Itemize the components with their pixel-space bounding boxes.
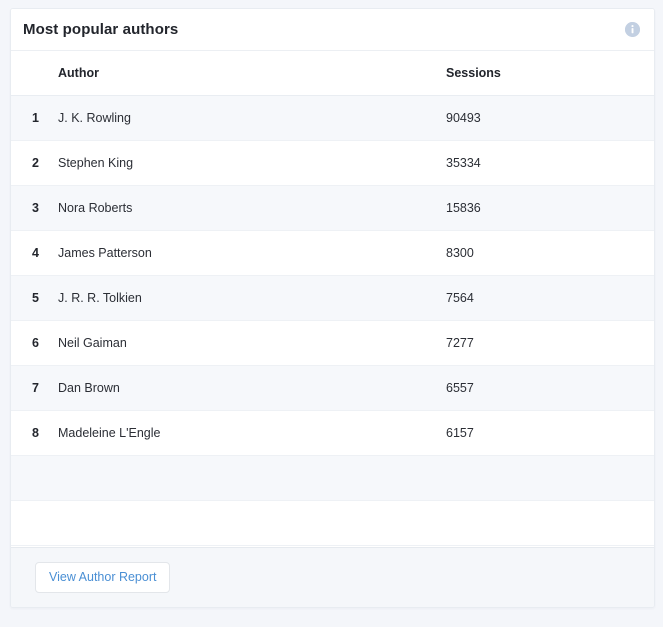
row-sessions: 7277	[446, 336, 474, 350]
row-author: Dan Brown	[58, 381, 120, 395]
row-rank: 8	[32, 426, 39, 440]
most-popular-authors-card: Most popular authors Author Sessions 1 J…	[10, 8, 655, 608]
row-author: Madeleine L'Engle	[58, 426, 161, 440]
row-sessions: 6157	[446, 426, 474, 440]
column-header-author: Author	[58, 66, 99, 80]
card-header: Most popular authors	[11, 9, 654, 51]
row-sessions: 35334	[446, 156, 481, 170]
row-sessions: 8300	[446, 246, 474, 260]
row-author: Nora Roberts	[58, 201, 133, 215]
row-author: Neil Gaiman	[58, 336, 127, 350]
row-rank: 4	[32, 246, 39, 260]
table-row[interactable]: 5 J. R. R. Tolkien 7564	[11, 276, 654, 321]
row-rank: 2	[32, 156, 39, 170]
table-header-row: Author Sessions	[11, 51, 654, 96]
table-row[interactable]: 6 Neil Gaiman 7277	[11, 321, 654, 366]
card-footer: View Author Report	[11, 547, 654, 607]
row-rank: 3	[32, 201, 39, 215]
row-author: J. R. R. Tolkien	[58, 291, 142, 305]
column-header-sessions: Sessions	[446, 66, 501, 80]
row-sessions: 90493	[446, 111, 481, 125]
row-author: Stephen King	[58, 156, 134, 170]
row-rank: 5	[32, 291, 39, 305]
row-rank: 7	[32, 381, 39, 395]
row-sessions: 6557	[446, 381, 474, 395]
row-author: James Patterson	[58, 246, 152, 260]
row-rank: 1	[32, 111, 39, 125]
authors-table: Author Sessions 1 J. K. Rowling 90493 2 …	[11, 51, 654, 547]
table-row-empty	[11, 501, 654, 546]
table-row[interactable]: 4 James Patterson 8300	[11, 231, 654, 276]
page-title: Most popular authors	[23, 21, 179, 38]
row-sessions: 15836	[446, 201, 481, 215]
table-row[interactable]: 3 Nora Roberts 15836	[11, 186, 654, 231]
row-author: J. K. Rowling	[58, 111, 131, 125]
row-sessions: 7564	[446, 291, 474, 305]
row-rank: 6	[32, 336, 39, 350]
table-row-empty	[11, 456, 654, 501]
table-row[interactable]: 7 Dan Brown 6557	[11, 366, 654, 411]
table-row[interactable]: 1 J. K. Rowling 90493	[11, 96, 654, 141]
info-icon[interactable]	[625, 22, 640, 37]
table-row[interactable]: 8 Madeleine L'Engle 6157	[11, 411, 654, 456]
table-row[interactable]: 2 Stephen King 35334	[11, 141, 654, 186]
view-author-report-button[interactable]: View Author Report	[35, 562, 171, 593]
